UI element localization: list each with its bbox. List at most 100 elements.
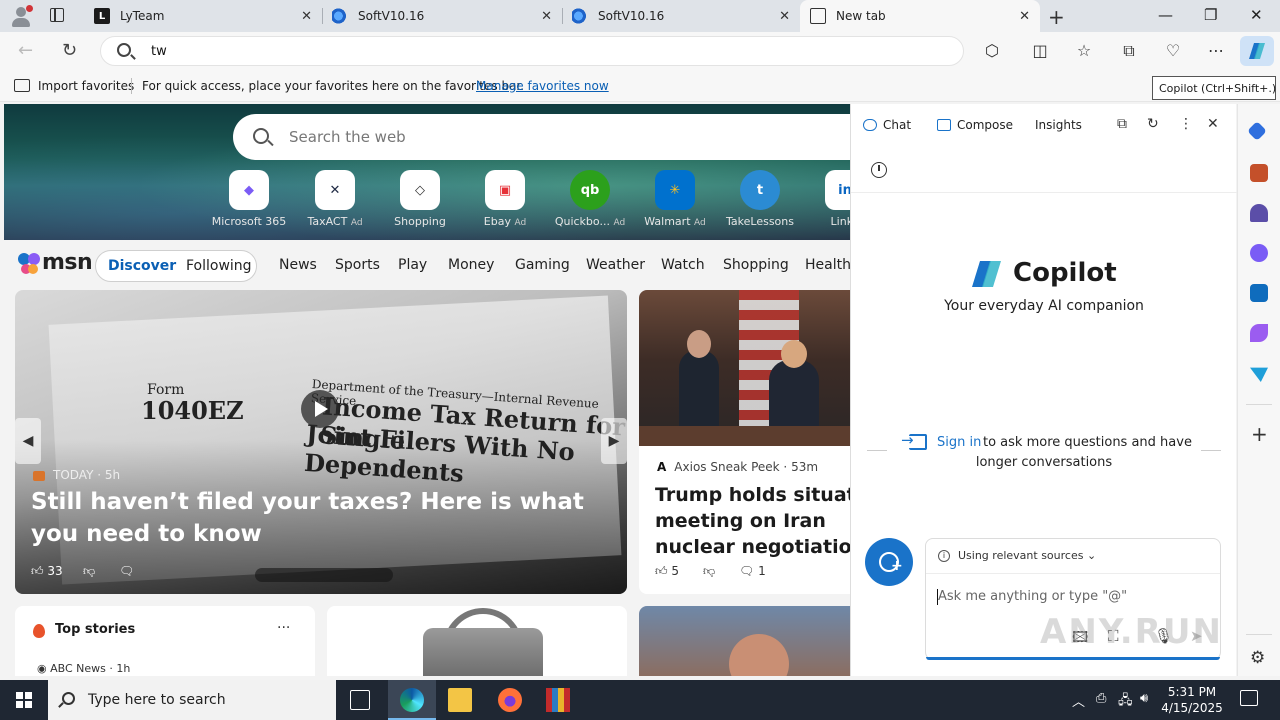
tab-discover[interactable]: Discover	[108, 258, 176, 274]
tab-softv-1[interactable]: SoftV10.16 ✕	[322, 0, 562, 32]
rail-m365-icon[interactable]	[1250, 244, 1268, 262]
extensions-icon[interactable]: ⬡	[982, 41, 1002, 61]
file-explorer-icon[interactable]	[448, 688, 472, 712]
handbag-ad-card[interactable]	[327, 606, 627, 676]
tab-new-tab[interactable]: New tab ✕	[800, 0, 1040, 32]
quicklink-ebay[interactable]: ▣ Ebay Ad	[460, 170, 550, 228]
quicklink-takelessons[interactable]: t TakeLessons	[715, 170, 805, 228]
rail-outlook-icon[interactable]	[1250, 284, 1268, 302]
taskbar-search-placeholder[interactable]: Type here to search	[88, 692, 226, 708]
portrait-article-card[interactable]	[639, 606, 850, 676]
comment-icon[interactable]: 🗨︎	[119, 564, 134, 578]
nav-play[interactable]: Play	[398, 257, 427, 273]
back-arrow-icon[interactable]: ←	[18, 40, 33, 61]
tab-lyteam[interactable]: L LyTeam ✕	[84, 0, 322, 32]
favorites-star-icon[interactable]: ☆	[1074, 41, 1094, 61]
article-headline[interactable]: Trump holds situation meeting on Iran nu…	[655, 482, 850, 560]
firefox-icon[interactable]	[498, 688, 522, 712]
rail-drop-icon[interactable]	[1250, 367, 1268, 382]
profile-avatar-icon[interactable]	[8, 4, 34, 28]
sign-in-link[interactable]: Sign in	[937, 435, 981, 450]
winrar-icon[interactable]	[546, 688, 570, 712]
nav-weather[interactable]: Weather	[586, 257, 645, 273]
nav-news[interactable]: News	[279, 257, 317, 273]
edge-browser-icon[interactable]	[400, 688, 424, 712]
more-menu-icon[interactable]: ⋯	[1206, 41, 1226, 61]
tab-close-icon[interactable]: ✕	[541, 9, 552, 24]
nav-health[interactable]: Health	[805, 257, 850, 273]
new-tab-plus-icon[interactable]: +	[1048, 5, 1065, 29]
notifications-icon[interactable]	[1240, 690, 1258, 706]
refresh-icon[interactable]: ↻	[62, 40, 77, 61]
copilot-tab-compose[interactable]: Compose	[937, 118, 1013, 132]
quicklink-linkedin[interactable]: in Linke	[800, 170, 850, 228]
restore-icon[interactable]: ❐	[1204, 6, 1217, 24]
nav-shopping[interactable]: Shopping	[723, 257, 789, 273]
tab-close-icon[interactable]: ✕	[1019, 9, 1030, 24]
more-options-icon[interactable]: ···	[277, 620, 290, 636]
manage-favorites-link[interactable]: Manage favorites now	[476, 79, 609, 93]
carousel-next-icon[interactable]: ▶	[601, 418, 627, 464]
windows-start-icon[interactable]	[16, 692, 32, 708]
article-headline[interactable]: Still haven’t filed your taxes? Here is …	[31, 486, 621, 550]
carousel-prev-icon[interactable]: ◀	[15, 418, 41, 464]
browser-essentials-icon[interactable]: ♡	[1163, 41, 1183, 61]
rail-toolbox-icon[interactable]	[1250, 164, 1268, 182]
copilot-button[interactable]	[1240, 36, 1274, 66]
like-icon[interactable]: 👍︎ 5	[655, 564, 679, 579]
collections-icon[interactable]: ⧉	[1119, 41, 1139, 61]
close-sidebar-icon[interactable]: ✕	[1207, 116, 1219, 132]
dislike-icon[interactable]: 👎︎	[83, 564, 95, 579]
copilot-tab-chat[interactable]: Chat	[863, 118, 911, 132]
top-stories-card[interactable]: Top stories ··· ◉ ABC News · 1h	[15, 606, 315, 676]
sidebar-settings-gear-icon[interactable]: ⚙	[1250, 648, 1265, 668]
system-clock[interactable]: 5:31 PM 4/15/2025	[1152, 684, 1232, 716]
play-video-icon[interactable]	[301, 390, 339, 428]
more-options-icon[interactable]: ⋮	[1179, 116, 1193, 132]
comment-icon[interactable]: 🗨︎ 1	[739, 564, 766, 578]
nav-watch[interactable]: Watch	[661, 257, 705, 273]
dislike-icon[interactable]: 👎︎	[703, 564, 715, 579]
rail-tag-icon[interactable]	[1247, 121, 1267, 141]
quicklink-shopping[interactable]: ◇ Shopping	[375, 170, 465, 228]
nav-sports[interactable]: Sports	[335, 257, 380, 273]
quicklink-microsoft-365[interactable]: ◆ Microsoft 365	[204, 170, 294, 228]
like-icon[interactable]: 👍︎ 33	[31, 564, 63, 579]
web-search-placeholder[interactable]: Search the web	[289, 128, 406, 146]
quicklink-taxact[interactable]: ✕ TaxACT Ad	[290, 170, 380, 228]
add-sidebar-app-icon[interactable]: +	[1251, 422, 1268, 446]
copilot-tab-insights[interactable]: Insights	[1035, 118, 1082, 132]
quicklink-walmart[interactable]: ✳ Walmart Ad	[630, 170, 720, 228]
refresh-icon[interactable]: ↻	[1147, 116, 1159, 132]
task-view-icon[interactable]	[350, 690, 370, 710]
side-article-card[interactable]: A Axios Sneak Peek · 53m Trump holds situ…	[639, 290, 850, 594]
address-bar[interactable]: tw	[100, 36, 964, 66]
relevant-sources-dropdown[interactable]: i Using relevant sources ⌄	[938, 549, 1096, 562]
open-in-new-tab-icon[interactable]: ⧉	[1117, 116, 1127, 132]
nav-money[interactable]: Money	[448, 257, 494, 273]
history-icon[interactable]	[871, 162, 887, 178]
quicklink-quickbooks[interactable]: qb Quickbo... Ad	[545, 170, 635, 228]
tab-following[interactable]: Following	[186, 258, 252, 274]
tab-close-icon[interactable]: ✕	[301, 9, 312, 24]
network-adapter-icon[interactable]: ⎙	[1096, 691, 1106, 706]
minimize-icon[interactable]: —	[1158, 6, 1173, 24]
copilot-input[interactable]: Ask me anything or type "@"	[938, 589, 1127, 604]
featured-article-card[interactable]: Form 1040EZ Department of the Treasury—I…	[15, 290, 627, 594]
split-screen-icon[interactable]: ◫	[1030, 41, 1050, 61]
show-hidden-icons-chevron-icon[interactable]: ︿	[1072, 691, 1085, 710]
address-input[interactable]: tw	[151, 44, 167, 59]
taskbar-search-box[interactable]: Type here to search	[48, 680, 336, 720]
nav-gaming[interactable]: Gaming	[515, 257, 570, 273]
tab-actions-icon[interactable]	[50, 8, 64, 22]
rail-games-icon[interactable]	[1250, 204, 1268, 222]
new-topic-button[interactable]	[865, 538, 913, 586]
web-search-box[interactable]: Search the web	[233, 114, 850, 160]
carousel-dots[interactable]	[255, 568, 393, 582]
network-icon[interactable]: 🖧︎	[1118, 691, 1133, 713]
import-favorites-button[interactable]: Import favorites	[38, 79, 134, 93]
rail-designer-icon[interactable]	[1250, 324, 1268, 342]
tab-close-icon[interactable]: ✕	[779, 9, 790, 24]
volume-icon[interactable]: 🔊︎	[1140, 691, 1148, 706]
tab-softv-2[interactable]: SoftV10.16 ✕	[562, 0, 800, 32]
